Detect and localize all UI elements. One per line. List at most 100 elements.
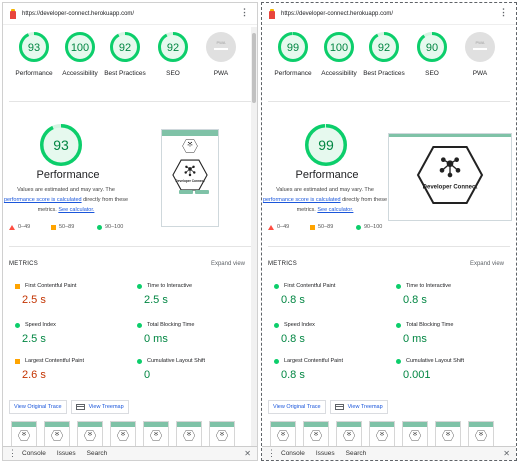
desc-text: Values are estimated and may vary. The (276, 187, 374, 193)
metric-first-contentful-paint: First Contentful Paint 2.5 s (15, 283, 127, 306)
gauge-pwa[interactable]: PWA PWA (456, 31, 504, 78)
drawer-tab-search[interactable]: Search (87, 447, 108, 460)
expand-view-toggle[interactable]: Expand view (470, 261, 504, 267)
pass-circle-icon (137, 283, 142, 289)
view-treemap-button[interactable]: View Treemap (329, 400, 388, 414)
view-treemap-button[interactable]: View Treemap (70, 400, 129, 414)
drawer-tab-issues[interactable]: Issues (316, 447, 335, 460)
gauge-accessibility[interactable]: 100 Accessibility (315, 31, 363, 78)
category-gauges: 99 Performance 100 Accessibility 92 Best Prac… (262, 31, 516, 101)
metric-value: 2.5 s (22, 294, 46, 306)
gauge-performance[interactable]: 99 Performance (269, 31, 317, 78)
metric-value: 0 ms (144, 333, 168, 345)
gauge-label: PWA (213, 70, 229, 77)
average-square-icon (310, 224, 315, 230)
gauge-accessibility[interactable]: 100 Accessibility (56, 31, 104, 78)
filmstrip-frame[interactable] (435, 421, 461, 447)
performance-big-gauge: 93 (39, 123, 83, 167)
metric-name: Time to Interactive (406, 283, 452, 289)
gauge-best-practices[interactable]: 92 Best Practices (360, 31, 408, 78)
filmstrip-frame[interactable] (270, 421, 296, 447)
filmstrip-frame[interactable] (110, 421, 136, 447)
gauge-label: Best Practices (104, 70, 146, 77)
metric-name: Speed Index (284, 322, 315, 328)
metrics-heading: METRICS (268, 261, 298, 267)
gauge-label: Performance (15, 70, 53, 77)
final-screenshot[interactable]: Developer Connect (161, 129, 219, 227)
expand-view-toggle[interactable]: Expand view (211, 261, 245, 267)
metric-time-to-interactive: Time to Interactive 2.5 s (137, 283, 249, 306)
more-options-icon[interactable]: ⋮ (499, 8, 508, 17)
metric-value: 0.8 s (281, 294, 305, 306)
score-value: 92 (119, 42, 131, 54)
more-options-icon[interactable]: ⋮ (240, 8, 249, 17)
desc-text: Values are estimated and may vary. The (17, 187, 115, 193)
score-calculated-link[interactable]: performance score is calculated (4, 197, 82, 203)
gauge-seo[interactable]: 92 SEO (149, 31, 197, 78)
metric-largest-contentful-paint: Largest Contentful Paint 2.6 s (15, 358, 127, 381)
legend-average: 50–89 (59, 224, 75, 230)
filmstrip-frame[interactable] (468, 421, 494, 447)
performance-title: Performance (36, 169, 100, 181)
filmstrip-frame[interactable] (143, 421, 169, 447)
filmstrip-frame[interactable] (303, 421, 329, 447)
drawer-menu-icon[interactable]: ⋮ (8, 449, 17, 458)
gauge-pwa[interactable]: PWA PWA (197, 31, 245, 78)
filmstrip-frame[interactable] (402, 421, 428, 447)
pwa-gauge-text: PWA (217, 40, 226, 45)
filmstrip-frame[interactable] (369, 421, 395, 447)
drawer-tab-issues[interactable]: Issues (57, 447, 76, 460)
view-original-trace-button[interactable]: View Original Trace (9, 400, 67, 414)
gauge-best-practices[interactable]: 92 Best Practices (101, 31, 149, 78)
gauge-seo[interactable]: 90 SEO (408, 31, 456, 78)
treemap-label: View Treemap (88, 404, 124, 410)
scrollbar[interactable] (251, 27, 257, 447)
filmstrip-frame[interactable] (44, 421, 70, 447)
view-original-trace-button[interactable]: View Original Trace (268, 400, 326, 414)
filmstrip (270, 421, 501, 447)
drawer-tab-console[interactable]: Console (281, 447, 305, 460)
desc-text: metrics. (296, 207, 316, 213)
drawer-tab-console[interactable]: Console (22, 447, 46, 460)
close-icon[interactable]: ✕ (503, 449, 510, 458)
report-url[interactable]: https://developer-connect.herokuapp.com/ (281, 11, 393, 17)
drawer-tab-search[interactable]: Search (346, 447, 367, 460)
see-calculator-link[interactable]: See calculator. (58, 207, 94, 213)
filmstrip-frame[interactable] (336, 421, 362, 447)
performance-description: Values are estimated and may vary. The pe… (262, 185, 388, 215)
filmstrip-frame[interactable] (77, 421, 103, 447)
lighthouse-icon (268, 8, 276, 19)
performance-title: Performance (295, 169, 359, 181)
see-calculator-link[interactable]: See calculator. (317, 207, 353, 213)
filmstrip-frame[interactable] (209, 421, 235, 447)
lighthouse-icon (9, 8, 17, 19)
metric-name: Time to Interactive (147, 283, 193, 289)
final-screenshot[interactable]: Developer Connect (388, 133, 512, 221)
metric-total-blocking-time: Total Blocking Time 0 ms (396, 322, 508, 345)
metric-value: 0 ms (403, 333, 427, 345)
gauge-label: Accessibility (321, 70, 357, 77)
score-value: 93 (28, 42, 40, 54)
metric-first-contentful-paint: First Contentful Paint 0.8 s (274, 283, 386, 306)
score-value: 100 (330, 42, 348, 54)
close-icon[interactable]: ✕ (244, 449, 251, 458)
score-calculated-link[interactable]: performance score is calculated (263, 197, 341, 203)
treemap-label: View Treemap (347, 404, 383, 410)
metric-name: Largest Contentful Paint (284, 358, 344, 364)
desc-text: metrics. (37, 207, 57, 213)
metric-value: 0.8 s (403, 294, 427, 306)
gauge-performance[interactable]: 93 Performance (10, 31, 58, 78)
developer-connect-logo-icon (83, 430, 97, 441)
score-legend: 0–49 50–89 90–100 (9, 224, 139, 230)
drawer-menu-icon[interactable]: ⋮ (267, 449, 276, 458)
score-gauge: 99 (278, 32, 308, 62)
score-value: 90 (426, 42, 438, 54)
logo-text: Developer Connect (423, 184, 478, 190)
gauge-label: Accessibility (62, 70, 98, 77)
report-url[interactable]: https://developer-connect.herokuapp.com/ (22, 11, 134, 17)
filmstrip-frame[interactable] (11, 421, 37, 447)
metric-name: First Contentful Paint (284, 283, 336, 289)
score-gauge: 93 (40, 124, 82, 166)
divider (268, 246, 510, 247)
filmstrip-frame[interactable] (176, 421, 202, 447)
